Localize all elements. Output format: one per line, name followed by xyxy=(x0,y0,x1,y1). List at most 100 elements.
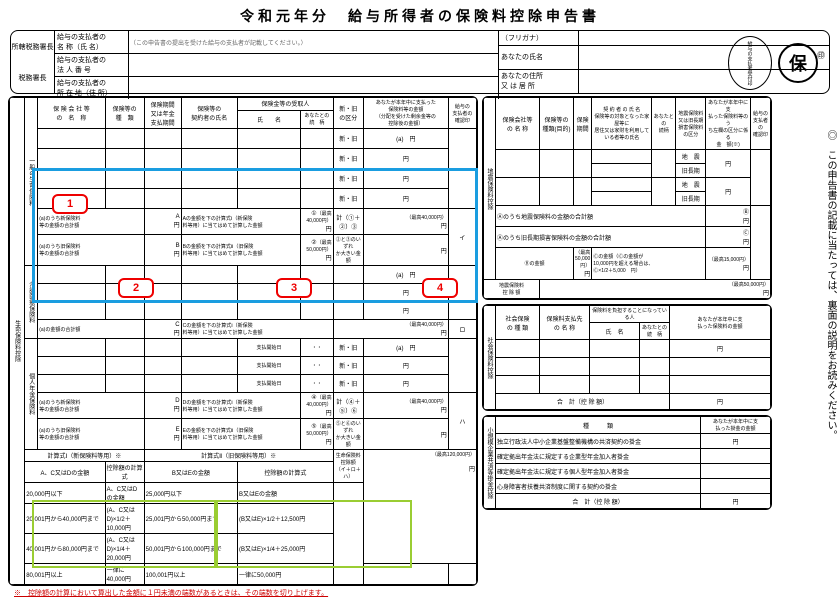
cell[interactable] xyxy=(144,189,181,209)
confirm-cell[interactable] xyxy=(448,129,476,209)
cell[interactable] xyxy=(670,358,771,376)
cell[interactable] xyxy=(496,376,540,394)
cell[interactable] xyxy=(574,150,592,178)
cell[interactable] xyxy=(592,178,652,192)
shinkyu-cell[interactable]: 新・旧 xyxy=(333,169,363,189)
cell[interactable] xyxy=(38,357,105,375)
cell[interactable] xyxy=(105,129,144,149)
cell[interactable] xyxy=(592,150,652,164)
payer-corpno-val[interactable] xyxy=(129,54,499,76)
cell[interactable]: （最高15,000円）円 xyxy=(706,248,751,280)
cell[interactable] xyxy=(652,178,676,206)
cell[interactable] xyxy=(144,302,181,320)
cell[interactable] xyxy=(105,169,144,189)
confirm-cell[interactable] xyxy=(751,150,771,206)
cell[interactable] xyxy=(181,149,237,169)
cell[interactable] xyxy=(181,129,237,149)
cell[interactable] xyxy=(496,178,540,206)
cell[interactable] xyxy=(701,464,771,479)
cell[interactable] xyxy=(238,302,301,320)
cell[interactable] xyxy=(144,284,181,302)
cell[interactable] xyxy=(701,479,771,494)
j-type2[interactable]: 旧長期 xyxy=(676,164,706,178)
cell[interactable] xyxy=(540,376,590,394)
j-type1[interactable]: 地 震 xyxy=(676,178,706,192)
cell[interactable] xyxy=(105,375,144,393)
cell[interactable] xyxy=(592,192,652,206)
cell[interactable] xyxy=(670,376,771,394)
cell[interactable] xyxy=(38,266,105,284)
cell[interactable] xyxy=(181,169,237,189)
cell[interactable] xyxy=(38,302,105,320)
cell[interactable] xyxy=(301,129,334,149)
kei4-val[interactable]: 円 xyxy=(364,419,449,450)
bb[interactable]: Ⓑ円 xyxy=(706,206,751,227)
cell[interactable] xyxy=(590,358,640,376)
cell[interactable] xyxy=(652,150,676,178)
cell[interactable] xyxy=(238,189,301,209)
shinkyu-cell[interactable]: 新・旧 xyxy=(333,129,363,149)
calc3-val[interactable]: （最高40,000円）円 xyxy=(333,320,448,339)
kei3-val[interactable]: （最高40,000円）円 xyxy=(364,393,449,419)
cell[interactable] xyxy=(640,376,670,394)
seimei-total[interactable]: （最高120,000円）円 xyxy=(364,450,477,564)
cell[interactable] xyxy=(144,169,181,189)
cell[interactable] xyxy=(181,189,237,209)
confirm-cell[interactable] xyxy=(448,266,476,320)
confirm-cell[interactable] xyxy=(448,339,476,393)
kei2-val[interactable]: 円 xyxy=(364,235,449,266)
cell[interactable] xyxy=(105,339,144,357)
cell[interactable] xyxy=(181,339,237,357)
cell[interactable] xyxy=(38,169,105,189)
cell[interactable] xyxy=(238,266,301,284)
cell[interactable] xyxy=(181,375,237,393)
cell[interactable] xyxy=(574,178,592,206)
cell[interactable] xyxy=(144,357,181,375)
shinkyu-cell[interactable]: 新・旧 xyxy=(333,375,363,393)
cell[interactable] xyxy=(238,129,301,149)
cell[interactable]: （最高50,000円）円 xyxy=(574,248,592,280)
cell[interactable] xyxy=(144,149,181,169)
cell[interactable] xyxy=(105,189,144,209)
cell[interactable] xyxy=(105,149,144,169)
cell[interactable] xyxy=(590,376,640,394)
cell[interactable] xyxy=(144,375,181,393)
cell[interactable] xyxy=(181,284,237,302)
cell[interactable] xyxy=(105,302,144,320)
cell[interactable] xyxy=(301,266,334,284)
cell[interactable] xyxy=(640,340,670,358)
cell[interactable] xyxy=(301,169,334,189)
cell[interactable] xyxy=(301,189,334,209)
cell[interactable] xyxy=(301,284,334,302)
cell[interactable] xyxy=(496,150,540,178)
cell[interactable] xyxy=(540,358,590,376)
cell[interactable] xyxy=(38,149,105,169)
cell[interactable] xyxy=(238,169,301,189)
cell[interactable] xyxy=(144,339,181,357)
cell[interactable] xyxy=(38,339,105,357)
cell[interactable] xyxy=(105,284,144,302)
cell[interactable] xyxy=(181,302,237,320)
cell[interactable] xyxy=(38,284,105,302)
cell[interactable] xyxy=(496,340,540,358)
cell[interactable] xyxy=(181,266,237,284)
cell[interactable] xyxy=(301,302,334,320)
cell[interactable] xyxy=(540,150,574,178)
shinkyu-cell[interactable]: 新・旧 xyxy=(333,357,363,375)
j-type1[interactable]: 地 震 xyxy=(676,150,706,164)
cell[interactable] xyxy=(105,357,144,375)
shinkyu-cell[interactable]: 新・旧 xyxy=(333,339,363,357)
cc[interactable]: Ⓒ円 xyxy=(706,227,751,248)
cell[interactable] xyxy=(181,357,237,375)
shinkyu-cell[interactable]: 新・旧 xyxy=(333,149,363,169)
cell[interactable] xyxy=(540,178,574,206)
cell[interactable] xyxy=(592,164,652,178)
kei1-val[interactable]: （最高40,000円）円 xyxy=(364,209,449,235)
cell[interactable] xyxy=(496,358,540,376)
cell[interactable] xyxy=(38,375,105,393)
cell[interactable] xyxy=(238,149,301,169)
cell[interactable] xyxy=(144,129,181,149)
cell[interactable] xyxy=(301,149,334,169)
cell[interactable] xyxy=(105,266,144,284)
cell[interactable] xyxy=(590,340,640,358)
